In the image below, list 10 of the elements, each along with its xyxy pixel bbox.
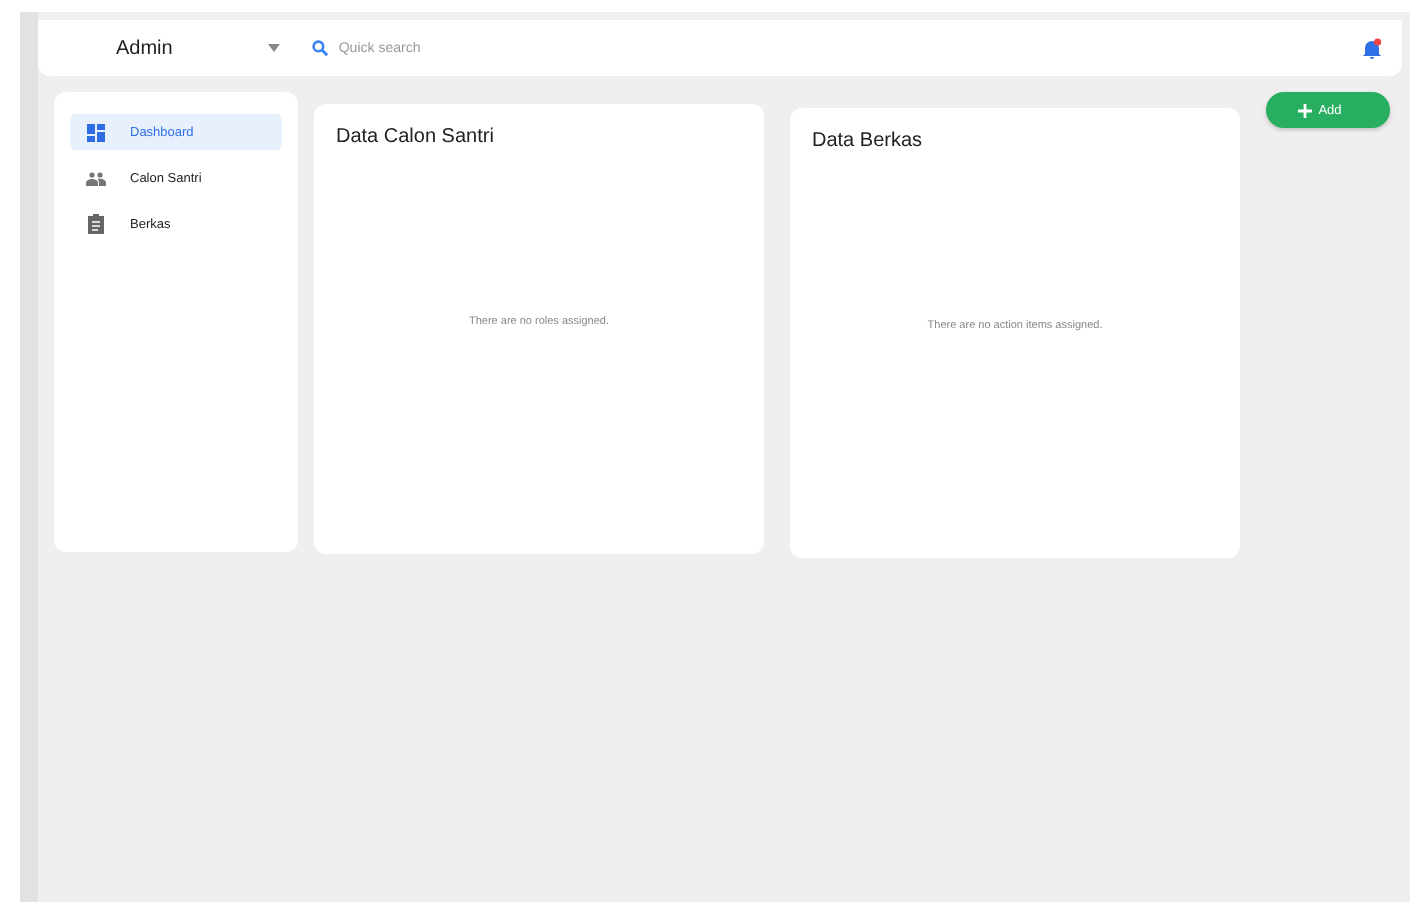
user-name: Admin [116, 37, 173, 59]
caret-icon[interactable] [268, 44, 281, 52]
people-icon [86, 171, 106, 185]
clipboard-icon [86, 214, 106, 234]
card-title: Data Berkas [812, 130, 923, 152]
card-title: Data Calon Santri [336, 126, 494, 148]
dashboard-icon [86, 123, 106, 141]
search-icon [312, 40, 329, 56]
bell-icon[interactable] [1362, 37, 1382, 59]
plus-icon [1298, 103, 1313, 117]
